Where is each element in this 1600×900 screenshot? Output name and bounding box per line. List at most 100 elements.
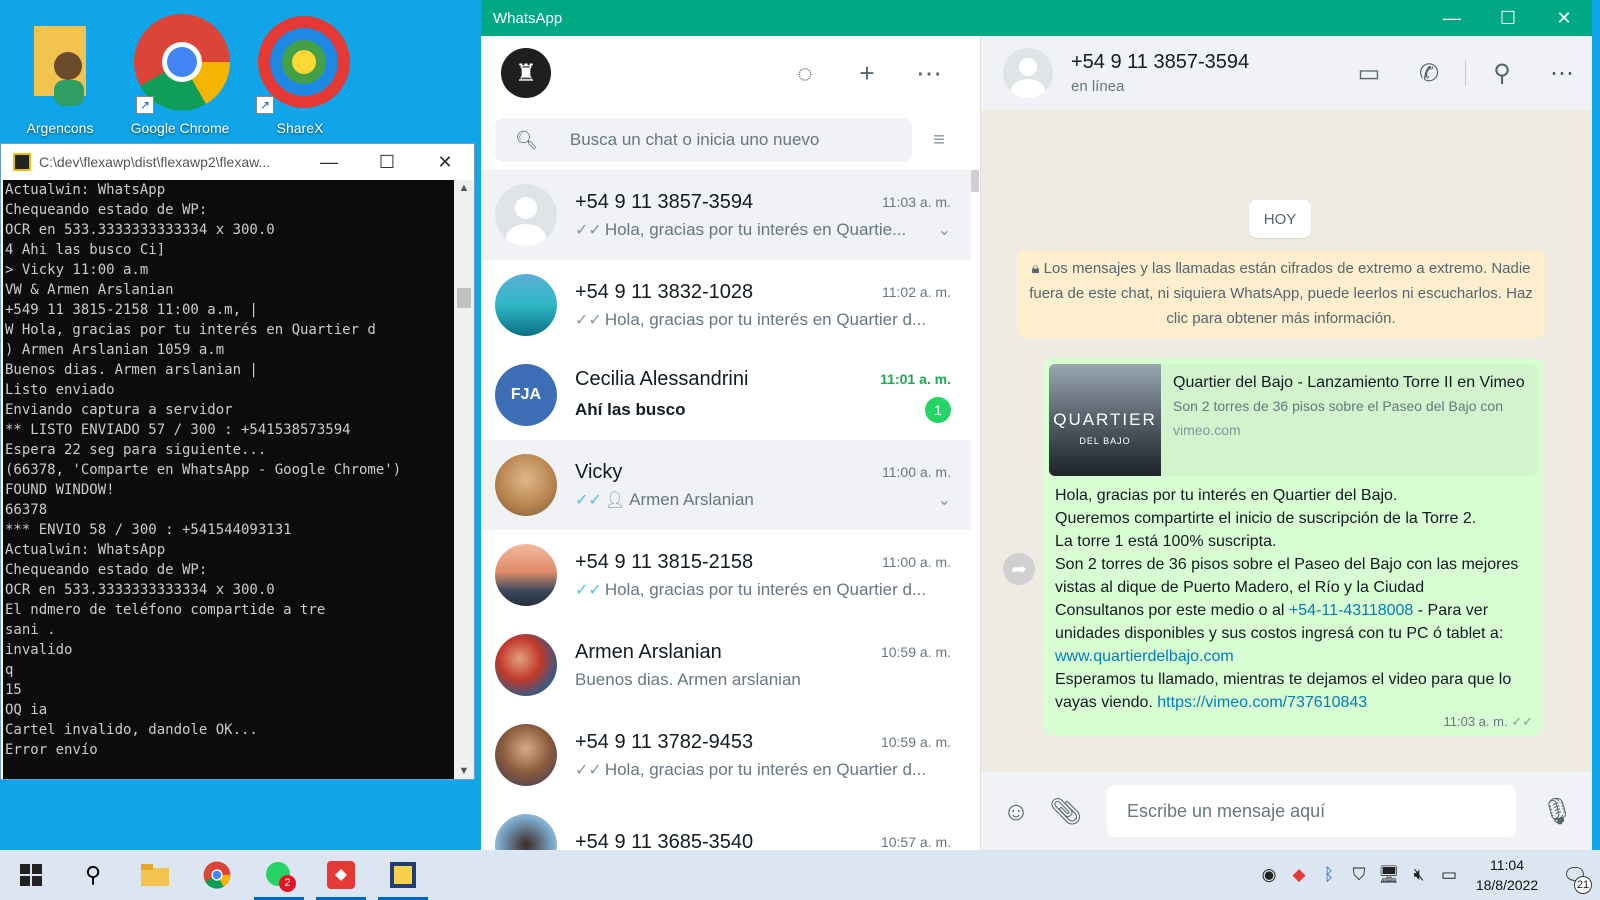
contact-avatar[interactable] [1003,48,1053,98]
contact-avatar: FJA [495,364,557,426]
minimize-button[interactable]: — [300,152,358,173]
bluetooth-icon[interactable]: ᛒ [1314,865,1344,885]
search-bar: 🔍︎ Busca un chat o inicia uno nuevo ≡ [481,110,980,170]
console-titlebar[interactable]: C:\dev\flexawp\dist\flexawp2\flexaw... —… [1,144,474,180]
menu-icon[interactable]: ⋯ [898,58,960,89]
chat-item[interactable]: Armen Arslanian 10:59 a. m. Buenos dias. … [481,620,971,710]
chat-name: +54 9 11 3685-3540 [575,830,754,851]
microphone-icon[interactable]: 🎙︎ [1532,796,1582,827]
search-icon[interactable]: ⚲ [62,850,124,900]
website-link[interactable]: www.quartierdelbajo.com [1055,648,1234,665]
attach-icon[interactable]: 📎︎ [1041,796,1091,827]
desktop-icon-sharex[interactable]: ↗ ShareX [240,6,360,136]
phone-link[interactable]: +54-11-43118008 [1289,602,1413,619]
chrome-taskbar-icon[interactable] [186,850,248,900]
sharex-tray-icon[interactable]: ◆ [1284,865,1314,885]
chevron-down-icon[interactable]: ⌄ [938,220,951,240]
chevron-down-icon[interactable]: ⌄ [938,490,951,510]
battery-icon[interactable]: ▭ [1434,865,1464,885]
scroll-thumb[interactable] [457,288,471,308]
clock[interactable]: 11:04 18/8/2022 [1464,855,1550,895]
chat-item[interactable]: Vicky 11:00 a. m. ✓✓ 👤︎ Armen Arslanian ⌄ [481,440,971,530]
sharex-taskbar-icon[interactable] [310,850,372,900]
link-preview-title: Quartier del Bajo - Lanzamiento Torre II… [1173,374,1525,391]
chat-time: 10:59 a. m. [880,644,951,660]
desktop-icon-argencons[interactable]: Argencons [0,6,120,136]
search-icon[interactable]: ⚲ [1472,59,1532,88]
new-chat-icon[interactable]: + [836,58,898,89]
close-button[interactable]: ✕ [1536,8,1592,29]
console-line: El ndmero de teléfono compartide a tre [5,602,326,618]
console-title: C:\dev\flexawp\dist\flexawp2\flexaw... [39,154,271,170]
volume-muted-icon[interactable]: 🔇︎ [1404,865,1434,885]
console-line: (66378, 'Comparte en WhatsApp - Google C… [5,462,402,478]
chat-item[interactable]: +54 9 11 3832-1028 11:02 a. m. ✓✓ Hola, gr… [481,260,971,350]
chat-time: 11:01 a. m. [880,371,951,387]
taskbar: ⚲ 2 ◉ ◆ ᛒ ⛉ 🖥︎ 🔇︎ ▭ 11:04 18/8/2022 🗨︎ 21 [0,850,1600,900]
scroll-up-icon[interactable]: ▲ [454,182,474,194]
console-scrollbar[interactable]: ▲ ▼ [454,180,474,779]
desktop-icon-google-chrome[interactable]: ↗ Google Chrome [120,6,240,136]
network-icon[interactable]: 🖥︎ [1374,865,1404,885]
link-preview[interactable]: QUARTIER DEL BAJO Quartier del Bajo - La… [1049,364,1537,476]
chat-list-pane: ♜ ◌ + ⋯ 🔍︎ Busca un chat o inicia uno nu… [481,36,981,850]
profile-avatar[interactable]: ♜ [501,48,551,98]
security-icon[interactable]: ⛉ [1344,865,1374,885]
conversation-header[interactable]: +54 9 11 3857-3594 en línea ▭ ✆ ⚲ ⋯ [981,36,1592,110]
contact-status: en línea [1071,78,1125,95]
chat-preview: Hola, gracias por tu interés en Quartie.… [604,219,907,239]
desktop-icon-label: Argencons [26,120,94,136]
chat-name: +54 9 11 3782-9453 [575,730,754,753]
console-line: Chequeando estado de WP: [5,202,208,218]
status-icon[interactable]: ◌ [774,58,836,89]
video-link[interactable]: https://vimeo.com/737610843 [1157,694,1367,711]
chat-preview: Armen Arslanian [629,489,754,509]
console-line: Enviando captura a servidor [5,402,233,418]
maximize-button[interactable]: ☐ [358,152,416,173]
console-taskbar-icon[interactable] [372,850,434,900]
contact-avatar [495,454,557,516]
message-bubble[interactable]: QUARTIER DEL BAJO Quartier del Bajo - La… [1043,358,1543,736]
console-line: Chequeando estado de WP: [5,562,208,578]
filter-icon[interactable]: ≡ [912,129,966,152]
console-line: Espera 22 seg para siguiente... [5,442,267,458]
chat-preview: Hola, gracias por tu interés en Quartier… [604,579,927,599]
double-check-icon: ✓✓ [575,221,602,239]
close-button[interactable]: ✕ [416,152,474,173]
chat-item[interactable]: +54 9 11 3782-9453 10:59 a. m. ✓✓ Hola, gr… [481,710,971,800]
file-explorer-icon[interactable] [124,850,186,900]
console-line: Buenos dias. Armen arslanian | [5,362,258,378]
message-input[interactable]: Escribe un mensaje aquí [1107,785,1516,837]
chat-item[interactable]: +54 9 11 3685-3540 10:57 a. m. [481,800,971,850]
contact-name: +54 9 11 3857-3594 [1071,51,1250,73]
console-output: Actualwin: WhatsApp Chequeando estado de … [3,180,454,779]
encryption-notice[interactable]: 🔒︎ Los mensajes y las llamadas están cif… [1017,250,1545,338]
message-line: Son 2 torres de 36 pisos sobre el Paseo … [1055,556,1519,596]
whatsapp-titlebar[interactable]: WhatsApp — ☐ ✕ [481,0,1592,36]
chat-list-scrollbar[interactable] [971,170,979,192]
forward-icon[interactable]: ➦ [1003,553,1035,585]
maximize-button[interactable]: ☐ [1480,8,1536,29]
search-input[interactable]: 🔍︎ Busca un chat o inicia uno nuevo [495,118,912,162]
phone-icon[interactable]: ✆ [1399,59,1459,88]
menu-icon[interactable]: ⋯ [1532,59,1592,88]
whatsapp-badge: 2 [279,875,296,892]
video-call-icon[interactable]: ▭ [1339,59,1399,88]
console-window[interactable]: C:\dev\flexawp\dist\flexawp2\flexaw... —… [0,143,475,780]
whatsapp-taskbar-icon[interactable]: 2 [248,850,310,900]
emoji-icon[interactable]: ☺ [991,796,1041,827]
chat-item[interactable]: FJA Cecilia Alessandrini 11:01 a. m. Ahí … [481,350,971,440]
notification-center-icon[interactable]: 🗨︎ 21 [1550,863,1600,894]
chat-item[interactable]: +54 9 11 3815-2158 11:00 a. m. ✓✓ Hola, gr… [481,530,971,620]
link-preview-description: Son 2 torres de 36 pisos sobre el Paseo … [1173,398,1503,414]
minimize-button[interactable]: — [1424,8,1480,29]
console-app-icon [13,153,31,171]
start-button[interactable] [0,850,62,900]
chrome-tray-icon[interactable]: ◉ [1254,865,1284,885]
chat-item[interactable]: +54 9 11 3857-3594 11:03 a. m. ✓✓ Hola, gr… [481,170,971,260]
whatsapp-window[interactable]: WhatsApp — ☐ ✕ ♜ ◌ + ⋯ 🔍︎ Busca un chat … [481,0,1592,850]
clock-date: 18/8/2022 [1475,877,1539,893]
console-line: Actualwin: WhatsApp [5,542,166,558]
console-line: invalido [5,642,73,658]
scroll-down-icon[interactable]: ▼ [454,765,474,777]
